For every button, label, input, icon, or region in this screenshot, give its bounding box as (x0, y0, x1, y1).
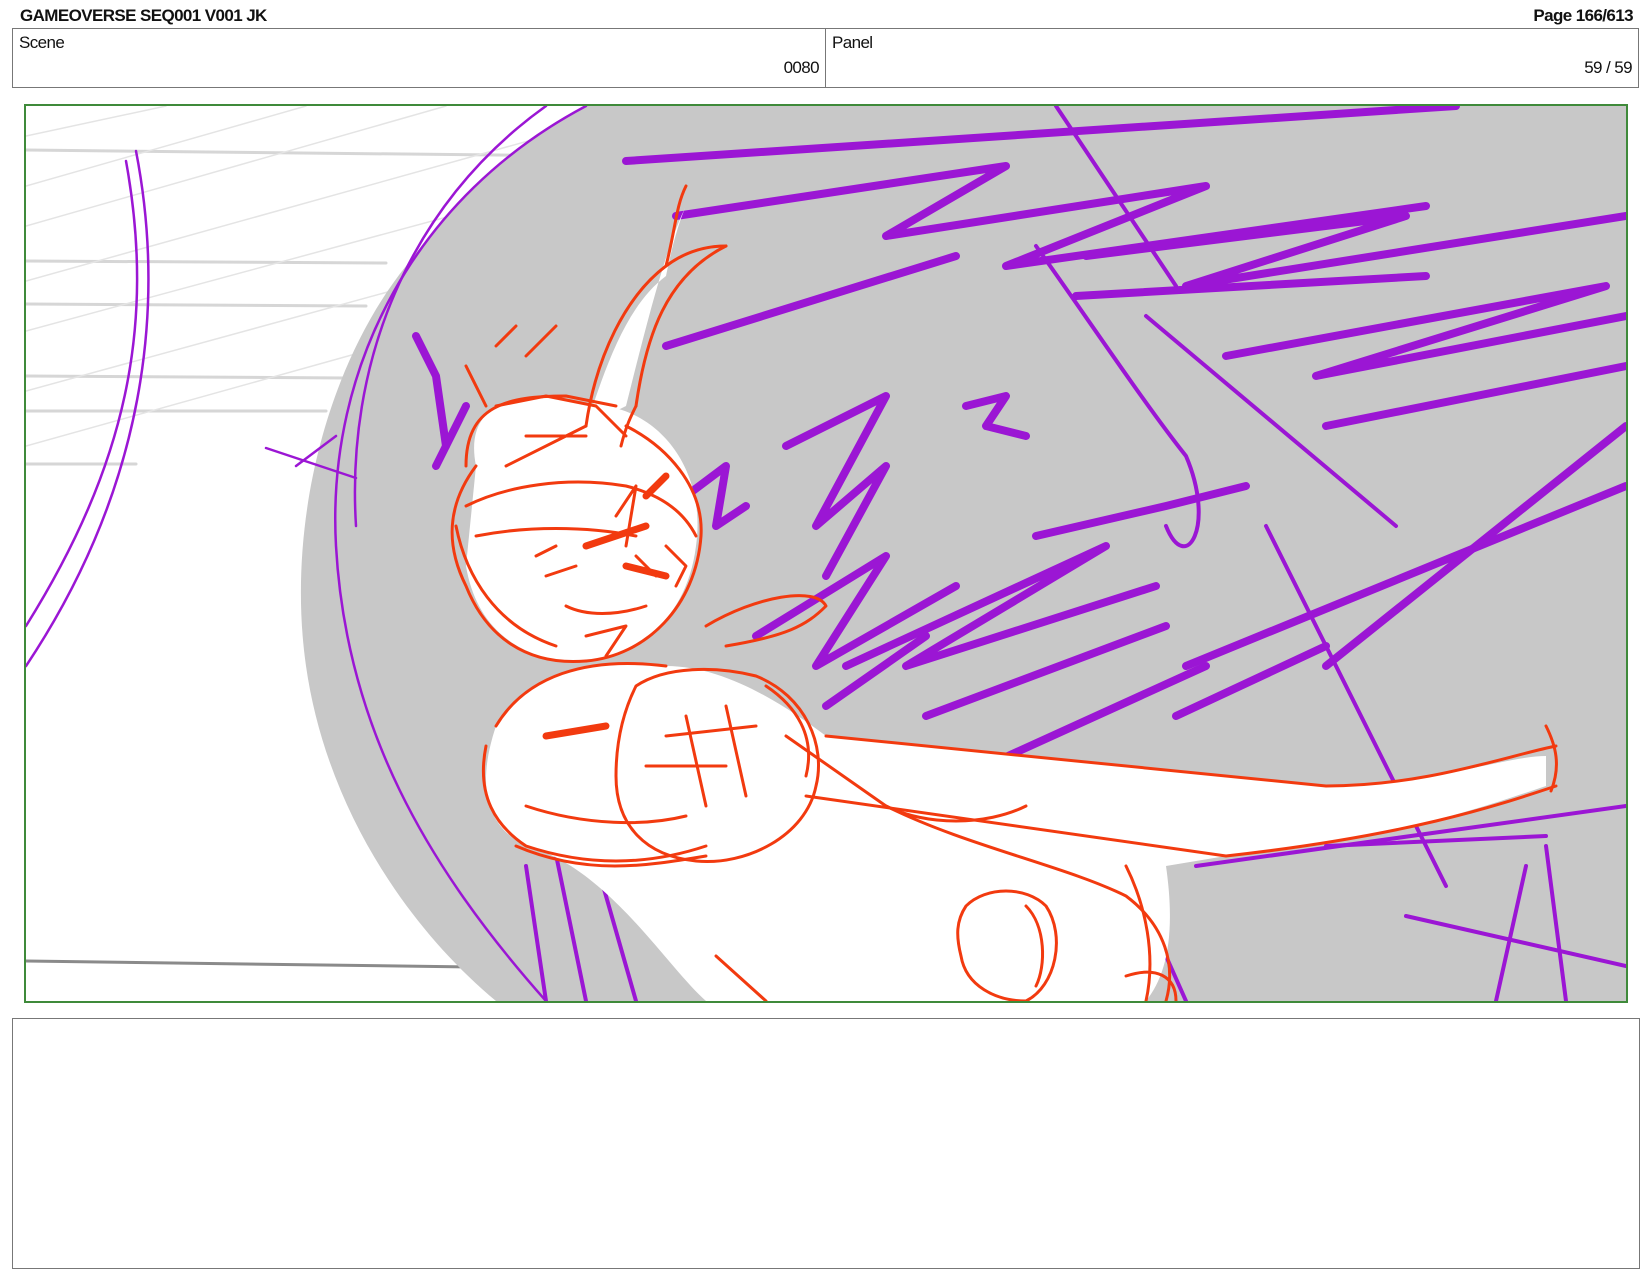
panel-cell: Panel 59 / 59 (826, 29, 1638, 87)
storyboard-sketch (26, 106, 1626, 1001)
page-number: Page 166/613 (1533, 6, 1633, 25)
scene-cell: Scene 0080 (13, 29, 826, 87)
scene-label: Scene (19, 33, 65, 52)
document-title: GAMEOVERSE SEQ001 V001 JK (20, 6, 267, 25)
panel-label: Panel (832, 33, 873, 52)
storyboard-frame (24, 104, 1628, 1003)
notes-box (12, 1018, 1640, 1269)
info-table: Scene 0080 Panel 59 / 59 (12, 28, 1639, 88)
panel-number: 59 / 59 (1584, 58, 1632, 77)
scene-number: 0080 (783, 58, 820, 77)
